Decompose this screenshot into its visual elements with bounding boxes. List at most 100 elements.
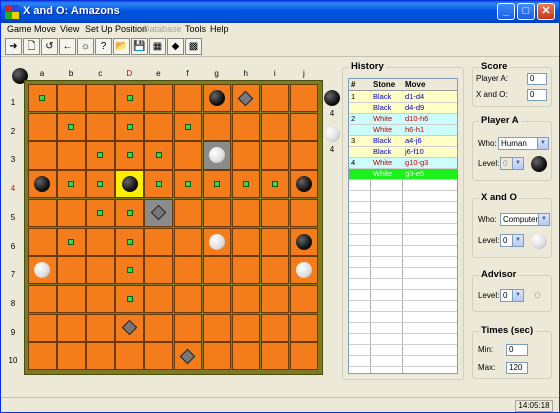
board-cell-a5[interactable] (28, 198, 57, 227)
table-row[interactable]: Black j6-f10 (349, 147, 457, 158)
board-cell-f1[interactable] (173, 84, 203, 113)
board-cell-e1[interactable] (144, 84, 173, 113)
chevron-down-icon[interactable]: ▼ (512, 290, 523, 301)
times-min-field[interactable]: 0 (506, 344, 528, 356)
board-cell-i10[interactable] (260, 342, 290, 371)
board-cell-e9[interactable] (144, 313, 173, 342)
board-cell-c4[interactable] (86, 170, 115, 199)
board-cell-g10[interactable] (202, 342, 232, 371)
board-cell-b1[interactable] (57, 84, 86, 113)
board-cell-e5[interactable] (144, 198, 173, 227)
xando-who-select[interactable]: Computer ▼ (500, 213, 550, 226)
player-a-who-select[interactable]: Human ▼ (498, 137, 549, 150)
board-cell-a4[interactable] (28, 170, 57, 199)
board-cell-j7[interactable] (289, 256, 319, 285)
menu-set-up-position[interactable]: Set Up Position (85, 24, 147, 34)
board-cell-j6[interactable] (289, 227, 319, 256)
board-cell-i3[interactable] (260, 141, 290, 170)
black-amazon-stone[interactable] (208, 90, 225, 107)
board-cell-d4[interactable] (115, 170, 144, 199)
board-cell-g8[interactable] (202, 284, 232, 314)
times-max-field[interactable]: 120 (506, 362, 528, 374)
board-cell-b2[interactable] (57, 112, 86, 141)
board-cell-f2[interactable] (173, 112, 203, 141)
move-arrow-icon[interactable]: ➜ (5, 38, 22, 55)
advisor-level-select[interactable]: 0 ▼ (500, 289, 524, 302)
board-cell-j3[interactable] (289, 141, 319, 170)
board-cell-d8[interactable] (115, 284, 144, 314)
table-row[interactable]: 3 Black a4-j6 (349, 136, 457, 147)
board-cell-b3[interactable] (57, 141, 86, 170)
menu-tools[interactable]: Tools (185, 24, 206, 34)
board-cell-g5[interactable] (202, 198, 232, 227)
database-icon[interactable]: ▦ (149, 38, 166, 55)
table-row[interactable]: 4 White g10-g3 (349, 158, 457, 169)
board-cell-e3[interactable] (144, 141, 173, 170)
board-cell-a1[interactable] (28, 84, 57, 113)
settings-sun-icon[interactable]: ☼ (77, 38, 94, 55)
board-cell-d7[interactable] (115, 256, 144, 285)
board-color-icon[interactable]: ▩ (185, 38, 202, 55)
board-cell-c9[interactable] (86, 313, 115, 342)
menu-help[interactable]: Help (210, 24, 229, 34)
menu-move[interactable]: Move (34, 24, 56, 34)
new-game-icon[interactable]: 🗋 (23, 38, 40, 55)
board-cell-i1[interactable] (260, 84, 290, 113)
board-cell-h8[interactable] (231, 284, 261, 314)
board-cell-g2[interactable] (202, 112, 232, 141)
board-cell-i5[interactable] (260, 198, 290, 227)
black-amazon-stone[interactable] (121, 176, 138, 193)
board-cell-f3[interactable] (173, 141, 203, 170)
board-cell-c5[interactable] (86, 198, 115, 227)
back-icon[interactable]: ← (59, 38, 76, 55)
white-amazon-stone[interactable] (208, 233, 225, 250)
white-amazon-stone[interactable] (34, 262, 51, 279)
board-cell-i6[interactable] (260, 227, 290, 256)
board-cell-e4[interactable] (144, 170, 173, 199)
board-cell-e10[interactable] (144, 342, 173, 371)
board-cell-f10[interactable] (173, 342, 203, 371)
board-cell-d1[interactable] (115, 84, 144, 113)
table-row[interactable]: White g3-e5 (349, 169, 457, 180)
menu-view[interactable]: View (60, 24, 79, 34)
board-cell-f4[interactable] (173, 170, 203, 199)
board-cell-f7[interactable] (173, 256, 203, 285)
erase-icon[interactable]: ◆ (167, 38, 184, 55)
board-cell-f5[interactable] (173, 198, 203, 227)
board-cell-f9[interactable] (173, 313, 203, 342)
board-cell-a8[interactable] (28, 284, 57, 314)
menu-game[interactable]: Game (7, 24, 32, 34)
board-cell-e8[interactable] (144, 284, 173, 314)
player-a-level-select[interactable]: 0 ▼ (500, 157, 524, 170)
board-cell-h4[interactable] (231, 170, 261, 199)
open-icon[interactable]: 📂 (113, 38, 130, 55)
board-cell-a9[interactable] (28, 313, 57, 342)
board-cell-j10[interactable] (289, 342, 319, 371)
board-cell-e2[interactable] (144, 112, 173, 141)
maximize-button[interactable]: □ (517, 3, 535, 20)
board-cell-j1[interactable] (289, 84, 319, 113)
board-cell-j5[interactable] (289, 198, 319, 227)
black-amazon-stone[interactable] (296, 233, 313, 250)
board-cell-d3[interactable] (115, 141, 144, 170)
board-cell-g7[interactable] (202, 256, 232, 285)
minimize-button[interactable]: _ (497, 3, 515, 20)
board-cell-h2[interactable] (231, 112, 261, 141)
board-cell-g4[interactable] (202, 170, 232, 199)
board-cell-g6[interactable] (202, 227, 232, 256)
board-cell-d9[interactable] (115, 313, 144, 342)
board-cell-c8[interactable] (86, 284, 115, 314)
board-cell-g1[interactable] (202, 84, 232, 113)
board-cell-i4[interactable] (260, 170, 290, 199)
undo-icon[interactable]: ↺ (41, 38, 58, 55)
board-cell-b8[interactable] (57, 284, 86, 314)
board-cell-i2[interactable] (260, 112, 290, 141)
board-cell-j9[interactable] (289, 313, 319, 342)
board-cell-f6[interactable] (173, 227, 203, 256)
board-cell-c7[interactable] (86, 256, 115, 285)
title-bar[interactable]: X and O: Amazons _ □ ✕ (1, 1, 559, 23)
board-cell-a3[interactable] (28, 141, 57, 170)
white-amazon-stone[interactable] (208, 147, 225, 164)
board-cell-b5[interactable] (57, 198, 86, 227)
board-cell-c3[interactable] (86, 141, 115, 170)
